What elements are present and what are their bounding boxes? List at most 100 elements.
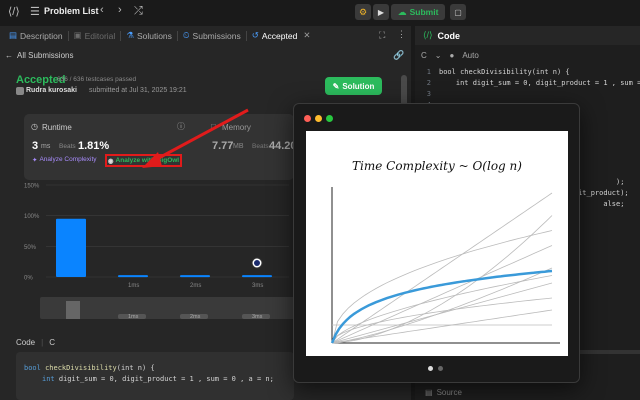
line-text: bool checkDivisibility(int n) { — [439, 68, 570, 76]
distribution-bar — [242, 275, 272, 278]
problem-list-icon[interactable]: ☰ — [30, 5, 40, 18]
source-tab[interactable]: ▤ Source — [425, 388, 462, 397]
reference-curve — [331, 245, 553, 344]
distribution-bar — [180, 275, 210, 278]
editor-title: Code — [437, 30, 461, 41]
y-tick-label: 150% — [24, 184, 40, 190]
submit-button[interactable]: ☁ Submit — [391, 4, 445, 20]
line-number: 3 — [426, 90, 431, 98]
code-text: digit_sum = 0, digit_product = 1 , sum =… — [54, 375, 274, 383]
code-lang: C — [49, 338, 55, 347]
runtime-value: 3 — [32, 140, 39, 152]
clock-icon: ◷ — [31, 122, 38, 131]
y-tick-label: 50% — [24, 245, 37, 251]
submit-label: Submit — [409, 7, 439, 17]
left-tab-bar: ▤ Description ▣ Editorial ⚗ Solutions ⏲ … — [0, 26, 411, 45]
solution-button[interactable]: ✎ Solution — [325, 77, 382, 95]
mode-label[interactable]: Auto — [462, 51, 478, 60]
problem-list-label[interactable]: Problem List — [44, 6, 99, 16]
y-tick-label: 100% — [24, 214, 40, 220]
testcases-text: 636 / 636 testcases passed — [57, 76, 137, 83]
tab-solutions[interactable]: ⚗ Solutions — [121, 26, 177, 45]
tab-editorial[interactable]: ▣ Editorial — [69, 26, 121, 45]
code-divider: | — [41, 338, 44, 347]
tab-submissions[interactable]: ⏲ Submissions — [178, 26, 246, 45]
code-line: int digit_sum = 0, digit_product = 1 , s… — [24, 375, 286, 383]
reference-curve — [331, 267, 553, 344]
code-keyword: int — [42, 375, 55, 383]
source-label: Source — [436, 388, 462, 397]
note-icon: ▢ — [454, 7, 462, 17]
minimize-dot[interactable] — [315, 115, 322, 122]
next-problem-icon[interactable]: › — [118, 4, 122, 16]
arrow-left-icon: ← — [5, 51, 13, 60]
analyze-complexity-label: Analyze Complexity — [39, 156, 97, 163]
username[interactable]: Rudra kurosaki — [26, 87, 77, 94]
shuffle-icon[interactable]: ⤮ — [134, 5, 143, 18]
notes-button[interactable]: ▢ — [450, 4, 466, 20]
annotation-arrow — [142, 108, 249, 168]
reference-curve — [331, 282, 553, 344]
analyze-complexity-button[interactable]: ✦ Analyze Complexity — [32, 156, 97, 164]
code-text: (int n) { — [116, 364, 155, 372]
page-dot-active[interactable] — [428, 366, 433, 371]
code-section-header: Code | C — [16, 338, 55, 347]
distribution-bar — [56, 218, 86, 277]
history-icon: ↺ — [251, 30, 259, 40]
solution-label: Solution — [342, 81, 375, 91]
close-icon[interactable]: ✕ — [303, 30, 310, 41]
code-brackets-icon: ⟨/⟩ — [423, 30, 433, 40]
tab-description[interactable]: ▤ Description — [4, 26, 68, 45]
editor-toolbar: C ⌄ ● Auto — [415, 45, 640, 65]
close-dot[interactable] — [304, 115, 311, 122]
editor-line: 3 — [415, 90, 640, 101]
submitted-time: submitted at Jul 31, 2025 19:21 — [89, 87, 187, 94]
reference-curve — [331, 215, 553, 344]
link-icon[interactable]: 🔗 — [393, 50, 404, 61]
runtime-unit: ms — [41, 143, 51, 150]
prev-problem-icon[interactable]: ‹ — [100, 4, 104, 16]
runtime-beats-label: Beats — [59, 143, 76, 150]
code-label: Code — [16, 338, 36, 347]
cloud-upload-icon: ☁ — [397, 6, 407, 17]
flask-icon: ⚗ — [126, 30, 134, 40]
runtime-distribution-chart: 150% 100% 50% 0% 1ms 2ms 3ms 1ms 2ms 3ms — [24, 180, 296, 320]
line-text: int digit_sum = 0, digit_product = 1 , s… — [439, 79, 640, 87]
app-logo-icon[interactable]: ⟨/⟩ — [8, 5, 20, 18]
tab-label: Editorial — [84, 30, 116, 41]
reference-curve — [331, 192, 553, 344]
bug-icon: ⚙ — [358, 6, 368, 17]
debug-button[interactable]: ⚙ — [355, 4, 371, 20]
code-function: checkDivisibility — [45, 364, 117, 372]
x-tick-label: 2ms — [190, 283, 201, 289]
all-submissions-link[interactable]: ← All Submissions — [5, 51, 73, 60]
code-keyword: bool — [24, 364, 41, 372]
maximize-icon[interactable]: ⛶ — [379, 30, 385, 41]
chevron-down-icon[interactable]: ⌄ — [435, 51, 442, 60]
tab-accepted[interactable]: ↺ Accepted ✕ — [247, 26, 316, 45]
tab-label: Description — [20, 30, 63, 41]
language-select[interactable]: C — [421, 51, 427, 60]
editor-header: ⟨/⟩ Code — [415, 26, 640, 45]
submitted-code-block: bool checkDivisibility(int n) { int digi… — [16, 352, 294, 400]
overview-tick-label: 1ms — [128, 314, 139, 320]
run-button[interactable]: ▶ — [373, 4, 389, 20]
line-number: 2 — [426, 79, 431, 87]
avatar[interactable] — [16, 87, 24, 95]
description-icon: ▤ — [9, 30, 18, 40]
page-dot[interactable] — [438, 366, 443, 371]
code-line: bool checkDivisibility(int n) { — [24, 364, 286, 372]
y-tick-label: 0% — [24, 276, 33, 282]
history-icon: ⏲ — [182, 30, 190, 40]
overview-bar — [66, 301, 80, 319]
x-tick-label: 3ms — [252, 283, 263, 289]
maximize-dot[interactable] — [326, 115, 333, 122]
line-number: 1 — [426, 68, 431, 76]
distribution-svg: 150% 100% 50% 0% 1ms 2ms 3ms 1ms 2ms 3ms — [24, 184, 296, 320]
play-icon: ▶ — [377, 7, 385, 17]
top-bar: ⟨/⟩ ☰ Problem List ‹ › ⤮ ⚙ ▶ ☁ Submit ▢ — [0, 0, 640, 24]
more-icon[interactable]: ⋮ — [397, 29, 406, 40]
complexity-modal[interactable]: Time Complexity ~ O(log n) — [293, 103, 580, 383]
editor-line: 2 int digit_sum = 0, digit_product = 1 ,… — [415, 79, 640, 90]
complexity-plot: Time Complexity ~ O(log n) — [306, 131, 568, 356]
